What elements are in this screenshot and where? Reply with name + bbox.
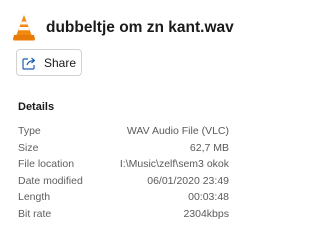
share-button[interactable]: Share xyxy=(16,49,82,76)
file-header: dubbeltje om zn kant.wav xyxy=(12,12,234,44)
detail-value: 00:03:48 xyxy=(188,191,229,204)
detail-label: Size xyxy=(18,141,39,154)
details-list: Type WAV Audio File (VLC) Size 62,7 MB F… xyxy=(18,123,229,222)
detail-value: I:\Music\zelf\sem3 okok xyxy=(119,158,229,171)
detail-value: WAV Audio File (VLC) xyxy=(126,125,229,138)
detail-row-bit-rate: Bit rate 2304kbps xyxy=(18,206,229,223)
detail-row-date-modified: Date modified 06/01/2020 23:49 xyxy=(18,173,229,190)
detail-row-size: Size 62,7 MB xyxy=(18,140,229,157)
share-icon xyxy=(22,57,36,70)
details-heading: Details xyxy=(18,101,55,113)
file-details-pane: dubbeltje om zn kant.wav Share Details T… xyxy=(0,0,240,240)
file-name-title: dubbeltje om zn kant.wav xyxy=(46,19,234,36)
detail-row-length: Length 00:03:48 xyxy=(18,189,229,206)
detail-row-type: Type WAV Audio File (VLC) xyxy=(18,123,229,140)
detail-value: 06/01/2020 23:49 xyxy=(147,174,229,187)
detail-value: 2304kbps xyxy=(183,207,229,220)
detail-label: Bit rate xyxy=(18,207,52,220)
detail-row-file-location: File location I:\Music\zelf\sem3 okok xyxy=(18,156,229,173)
share-label: Share xyxy=(43,55,77,70)
detail-label: Type xyxy=(18,125,41,138)
detail-label: File location xyxy=(18,158,75,171)
vlc-cone-icon xyxy=(13,15,35,41)
detail-label: Length xyxy=(18,191,51,204)
detail-label: Date modified xyxy=(18,174,83,187)
detail-value: 62,7 MB xyxy=(189,141,229,154)
